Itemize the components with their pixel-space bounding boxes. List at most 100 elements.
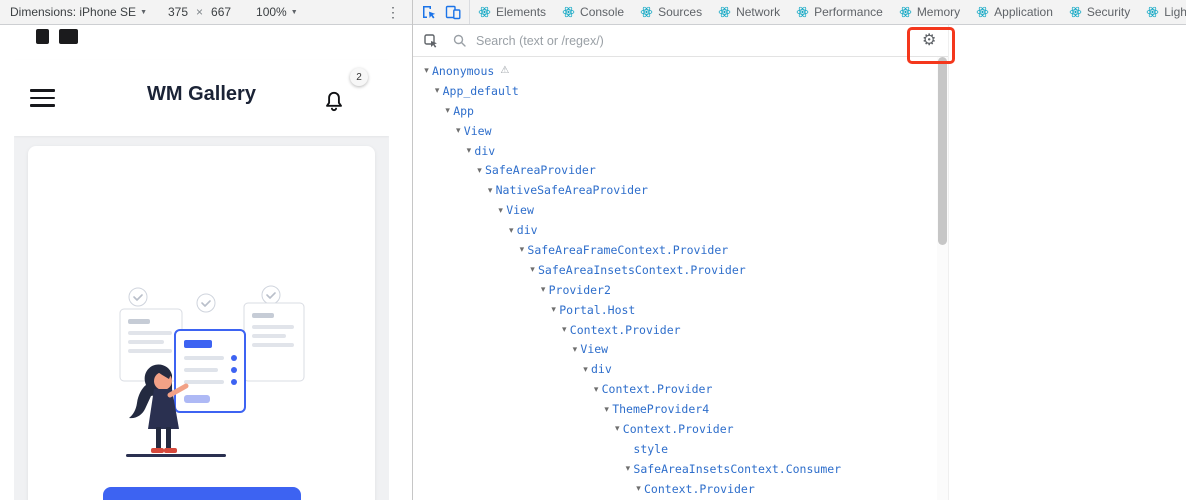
component-tree-row[interactable]: ▾ Context.Provider	[413, 379, 937, 399]
component-tree-row[interactable]: ▾ View	[413, 339, 937, 359]
illustration	[119, 285, 305, 457]
expand-caret-icon[interactable]: ▾	[442, 105, 453, 116]
component-tree-row[interactable]: ▾ SafeAreaProvider	[413, 160, 937, 180]
component-tree-row[interactable]: ▾ App	[413, 101, 937, 121]
component-name: Context.Provider	[569, 322, 681, 337]
component-tree-row[interactable]: ▾ NativeSafeAreaProvider	[413, 180, 937, 200]
component-tree-row[interactable]: ▾ SafeAreaFrameContext.Provider	[413, 240, 937, 260]
component-tree-row[interactable]: ▾ Context.Provider	[413, 320, 937, 340]
component-tree-row[interactable]: ▾ App_default	[413, 81, 937, 101]
devtools-tabbar: Elements Console Sources Network Perform…	[413, 0, 1186, 25]
tab-label: Memory	[916, 5, 961, 19]
component-tree-row[interactable]: ▾ style	[413, 439, 937, 459]
content-card	[28, 146, 375, 500]
component-tree-row[interactable]: ▾ View	[413, 200, 937, 220]
expand-caret-icon[interactable]: ▾	[538, 284, 549, 295]
devtools-tab[interactable]: Elements	[470, 0, 554, 24]
component-name: SafeAreaInsetsContext.Consumer	[633, 461, 842, 476]
expand-caret-icon[interactable]: ▾	[580, 364, 591, 375]
tab-label: Lighthouse	[1164, 5, 1186, 19]
component-tree-row[interactable]: ▾ div	[413, 220, 937, 240]
components-search-input[interactable]	[474, 32, 948, 49]
component-tree-row[interactable]: ▾ Anonymous ⚠	[413, 61, 937, 81]
app-header: WM Gallery 2	[14, 60, 389, 136]
expand-caret-icon[interactable]: ▾	[633, 483, 644, 494]
devtools-tab[interactable]: Sources	[632, 0, 710, 24]
component-name: View	[463, 123, 492, 138]
toggle-device-toolbar-icon[interactable]	[445, 4, 461, 20]
devtools-tab[interactable]: Performance	[788, 0, 891, 24]
component-tree-row[interactable]: ▾ Context.Provider	[413, 479, 937, 499]
expand-caret-icon[interactable]: ▾	[569, 344, 580, 355]
chevron-down-icon: ▼	[140, 8, 148, 16]
zoom-select[interactable]: 100% ▼	[256, 5, 298, 19]
component-details-pane	[948, 25, 1186, 500]
component-tree-row[interactable]: ▾ Context.Provider	[413, 419, 937, 439]
expand-caret-icon[interactable]: ▾	[527, 264, 538, 275]
devtools-tab[interactable]: Lighthouse	[1138, 0, 1186, 24]
screenshot-root: Dimensions: iPhone SE ▼ × 100% ▼ ⋮	[0, 0, 1186, 500]
settings-gear-icon[interactable]: ⚙	[922, 31, 936, 51]
expand-caret-icon[interactable]: ▾	[421, 65, 432, 76]
devtools-panel: Elements Console Sources Network Perform…	[412, 0, 1186, 500]
tab-label: Elements	[496, 5, 547, 19]
expand-caret-icon[interactable]: ▾	[485, 185, 496, 196]
device-toolbar-menu-icon[interactable]: ⋮	[386, 4, 400, 21]
notification-bell-icon[interactable]	[320, 85, 348, 115]
viewport-height-input[interactable]	[206, 5, 237, 19]
devtools-toolbar-icons	[413, 0, 470, 24]
tab-label: Security	[1086, 5, 1131, 19]
devtools-tab[interactable]: Console	[554, 0, 632, 24]
expand-caret-icon[interactable]: ▾	[516, 244, 527, 255]
expand-caret-icon[interactable]: ▾	[474, 165, 485, 176]
component-tree-row[interactable]: ▾ ThemeProvider4	[413, 399, 937, 419]
component-name: Context.Provider	[622, 421, 734, 436]
devtools-tab[interactable]: Security	[1061, 0, 1138, 24]
react-components-icon	[478, 6, 491, 18]
component-name: App	[453, 103, 474, 118]
component-name: View	[580, 342, 609, 357]
component-tree-row[interactable]: ▾ div	[413, 359, 937, 379]
component-tree-row[interactable]: ▾ Portal.Host	[413, 300, 937, 320]
component-tree-row[interactable]: ▾ SafeAreaInsetsContext.Consumer	[413, 459, 937, 479]
expand-caret-icon[interactable]: ▾	[453, 125, 464, 136]
component-name: App_default	[442, 83, 519, 98]
expand-caret-icon[interactable]: ▾	[622, 463, 633, 474]
component-name: style	[633, 441, 669, 456]
component-name: Anonymous	[432, 63, 495, 78]
device-dimensions-select[interactable]: Dimensions: iPhone SE	[10, 5, 136, 19]
devtools-tab[interactable]: Memory	[891, 0, 968, 24]
component-name: View	[506, 203, 534, 218]
expand-caret-icon[interactable]: ▾	[463, 145, 474, 156]
component-tree-row[interactable]: ▾ Provider2	[413, 280, 937, 300]
warning-icon: ⚠	[500, 65, 510, 77]
expand-caret-icon[interactable]: ▾	[495, 205, 506, 216]
primary-action-button[interactable]	[103, 487, 301, 500]
expand-caret-icon[interactable]: ▾	[559, 324, 570, 335]
tab-label: Network	[736, 5, 781, 19]
viewport-width-input[interactable]	[163, 5, 194, 19]
inspect-element-icon[interactable]	[421, 4, 437, 20]
component-tree-row[interactable]: ▾ SafeAreaInsetsContext.Provider	[413, 260, 937, 280]
expand-caret-icon[interactable]: ▾	[591, 384, 602, 395]
devtools-tab[interactable]: Application	[968, 0, 1061, 24]
expand-caret-icon[interactable]: ▾	[506, 225, 517, 236]
react-components-icon	[796, 6, 809, 18]
component-name: ThemeProvider4	[612, 402, 710, 417]
select-element-icon[interactable]	[423, 33, 439, 49]
component-name: Context.Provider	[601, 382, 713, 397]
tree-scrollbar[interactable]	[937, 57, 948, 500]
tab-label: Sources	[658, 5, 703, 19]
component-name: div	[474, 143, 496, 158]
device-toolbar: Dimensions: iPhone SE ▼ × 100% ▼ ⋮	[0, 0, 412, 25]
expand-caret-icon[interactable]: ▾	[432, 85, 443, 96]
devtools-tab[interactable]: Network	[710, 0, 788, 24]
component-tree-row[interactable]: ▾ View	[413, 121, 937, 141]
notification-count-badge: 2	[350, 68, 368, 86]
component-tree-row[interactable]: ▾ div	[413, 141, 937, 161]
scrollbar-thumb[interactable]	[938, 57, 947, 245]
react-components-icon	[562, 6, 575, 18]
expand-caret-icon[interactable]: ▾	[601, 404, 612, 415]
expand-caret-icon[interactable]: ▾	[612, 423, 623, 434]
expand-caret-icon[interactable]: ▾	[548, 304, 559, 315]
